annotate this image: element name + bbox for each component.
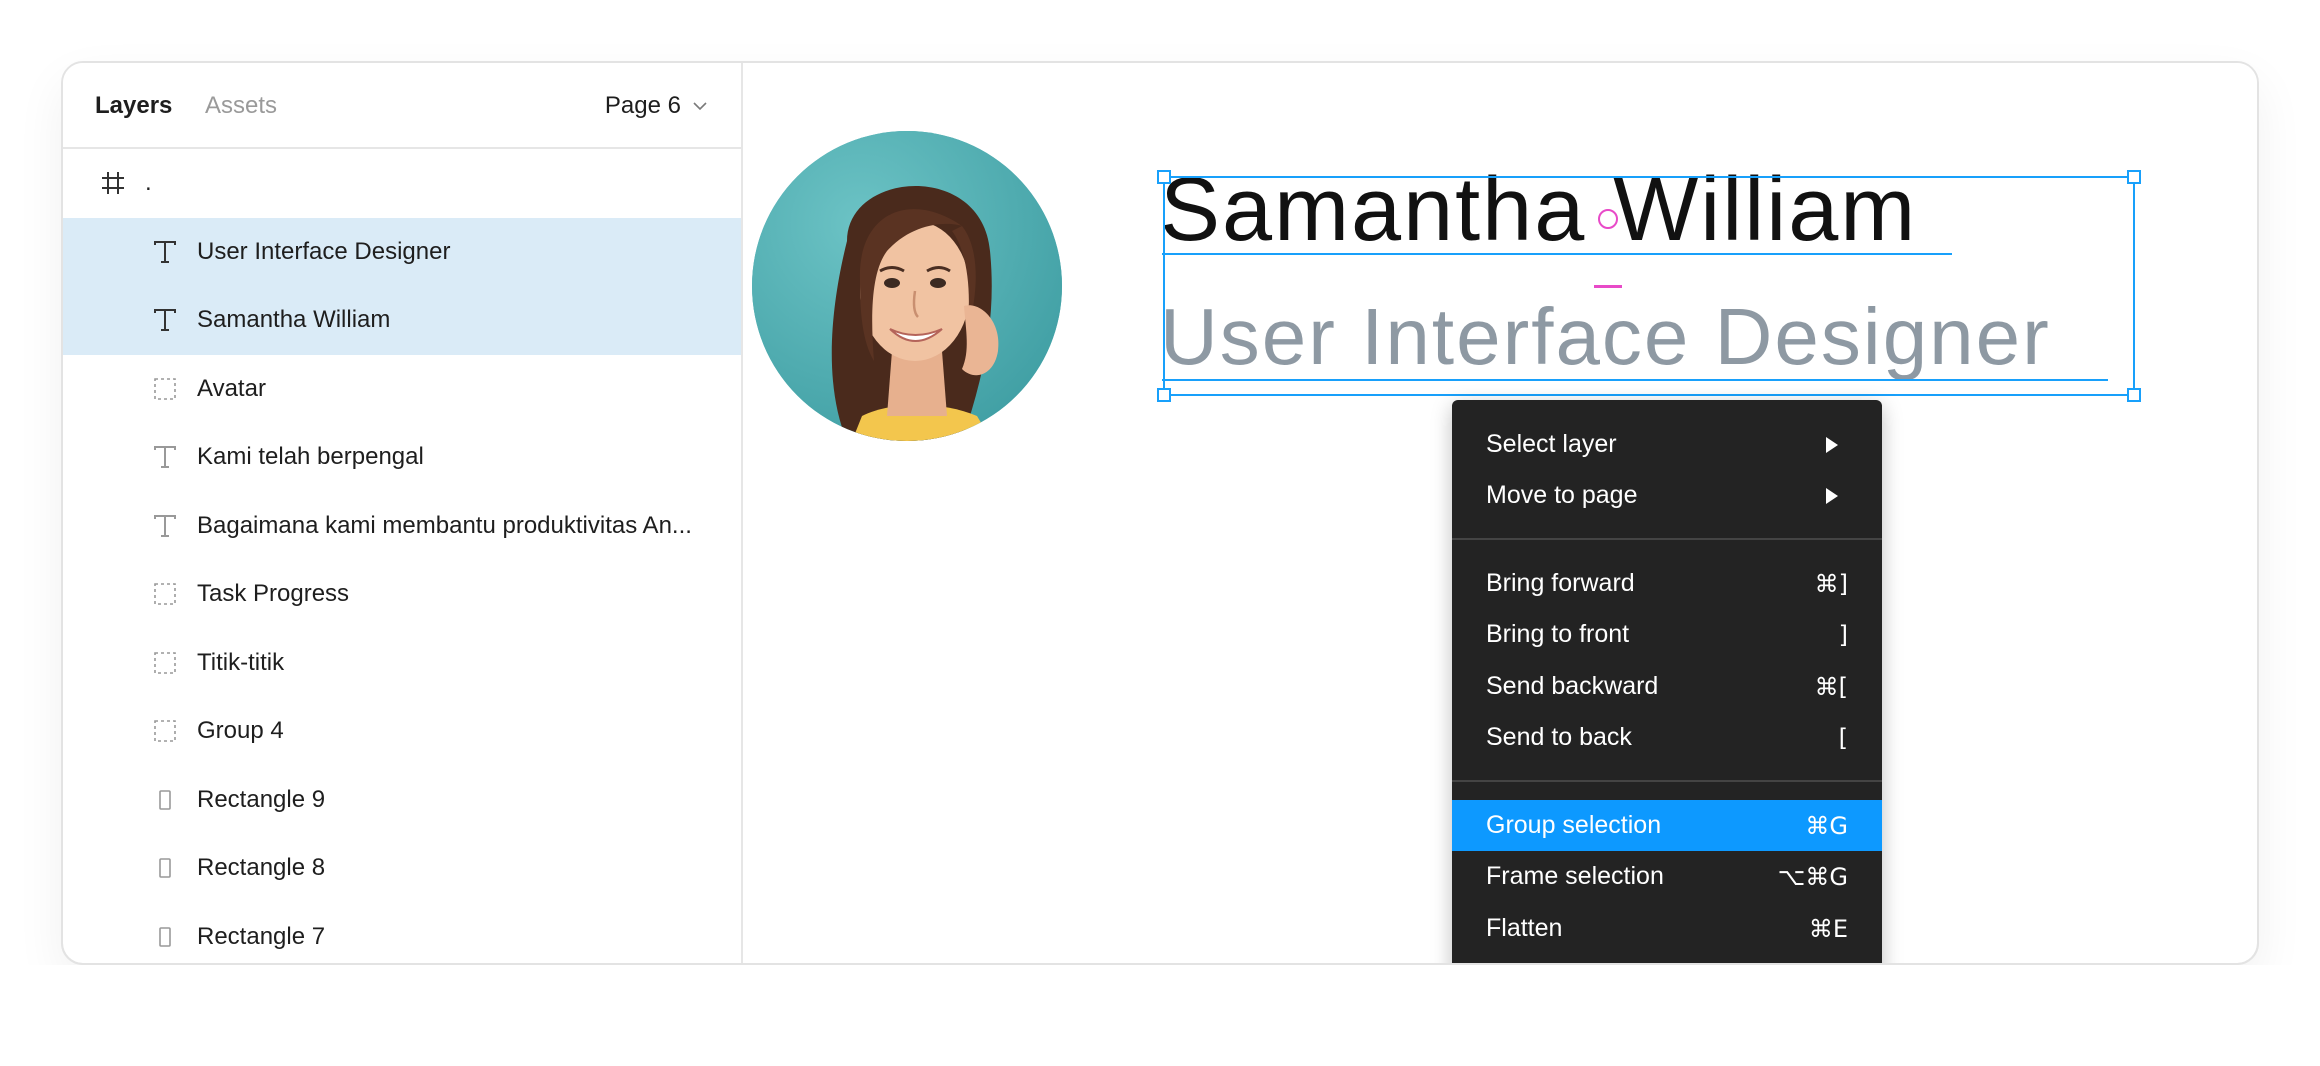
layer-label: User Interface Designer <box>197 237 451 265</box>
layer-label: Rectangle 9 <box>197 785 326 813</box>
layer-item-avatar[interactable]: Avatar <box>63 355 741 424</box>
layer-item-rectangle-9[interactable]: Rectangle 9 <box>63 766 741 835</box>
menu-item-bring-forward[interactable]: Bring forward ⌘] <box>1452 558 1882 609</box>
layer-item-samantha-william[interactable]: Samantha William <box>63 286 741 355</box>
layer-label: Bagaimana kami membantu produktivitas An… <box>197 511 692 539</box>
menu-item-shortcut: ⌘[ <box>1814 672 1848 701</box>
resize-handle-top-right[interactable] <box>2127 170 2141 184</box>
submenu-arrow-icon <box>1826 436 1838 453</box>
rectangle-icon <box>151 786 179 814</box>
menu-item-flatten[interactable]: Flatten ⌘E <box>1452 903 1882 954</box>
context-menu: Select layer Move to page Bring forward … <box>1452 400 1882 1020</box>
rectangle-icon <box>151 854 179 882</box>
frame-icon <box>99 169 127 197</box>
menu-item-bring-to-front[interactable]: Bring to front ] <box>1452 609 1882 660</box>
menu-item-label: Frame selection <box>1486 862 1664 890</box>
menu-separator <box>1452 780 1882 782</box>
layer-label: Titik-titik <box>197 648 285 676</box>
text-icon <box>151 238 179 266</box>
layer-label: Task Progress <box>197 580 350 608</box>
menu-item-label: Group selection <box>1486 811 1662 839</box>
rectangle-icon <box>151 923 179 951</box>
menu-item-label: Bring forward <box>1486 569 1635 597</box>
layer-item-frame[interactable]: . <box>63 149 741 218</box>
text-icon <box>151 306 179 334</box>
resize-handle-top-left[interactable] <box>1157 170 1171 184</box>
layers-panel: Layers Assets Page 6 . User Interface De… <box>63 63 743 963</box>
menu-item-label: Send backward <box>1486 672 1659 700</box>
tab-layers[interactable]: Layers <box>95 91 172 121</box>
menu-item-label: Bring to front <box>1486 620 1630 648</box>
layer-label: Rectangle 7 <box>197 922 326 950</box>
spacing-indicator <box>1594 285 1622 288</box>
menu-item-frame-selection[interactable]: Frame selection ⌥⌘G <box>1452 851 1882 902</box>
layer-item-bagaimana[interactable]: Bagaimana kami membantu produktivitas An… <box>63 492 741 561</box>
layer-label: Group 4 <box>197 717 284 745</box>
layer-label: Rectangle 8 <box>197 854 326 882</box>
layer-label: Kami telah berpengal <box>197 443 424 471</box>
layer-item-task-progress[interactable]: Task Progress <box>63 560 741 629</box>
layer-label: . <box>145 169 152 197</box>
text-icon <box>151 512 179 540</box>
panel-header: Layers Assets Page 6 <box>63 63 741 149</box>
group-icon <box>151 717 179 745</box>
selection-box <box>1157 170 2141 402</box>
layer-item-rectangle-8[interactable]: Rectangle 8 <box>63 834 741 903</box>
chevron-down-icon <box>693 102 707 111</box>
menu-item-shortcut: ⌥⌘G <box>1777 862 1848 891</box>
menu-item-shortcut: ⌘G <box>1805 811 1848 840</box>
layer-item-titik-titik[interactable]: Titik-titik <box>63 629 741 698</box>
resize-handle-bottom-right[interactable] <box>2127 388 2141 402</box>
group-icon <box>151 580 179 608</box>
menu-item-label: Flatten <box>1486 914 1563 942</box>
menu-item-shortcut: ⌘E <box>1808 914 1848 943</box>
menu-item-select-layer[interactable]: Select layer <box>1452 419 1882 470</box>
menu-item-label: Move to page <box>1486 481 1638 509</box>
text-icon <box>151 443 179 471</box>
menu-item-label: Select layer <box>1486 430 1617 458</box>
avatar-image[interactable] <box>752 131 1062 441</box>
page-selector[interactable]: Page 6 <box>605 91 707 121</box>
menu-item-label: Send to back <box>1486 723 1632 751</box>
menu-separator <box>1452 538 1882 540</box>
tab-assets[interactable]: Assets <box>205 91 277 121</box>
page-selector-label: Page 6 <box>604 92 681 119</box>
layer-item-user-interface-designer[interactable]: User Interface Designer <box>63 217 741 286</box>
menu-item-group-selection[interactable]: Group selection ⌘G <box>1452 800 1882 851</box>
layer-label: Avatar <box>197 374 266 402</box>
menu-item-shortcut: ⌘] <box>1814 569 1848 598</box>
layer-item-kami-telah-berpengal[interactable]: Kami telah berpengal <box>63 423 741 492</box>
window-bottom-mask <box>0 965 2320 1066</box>
portrait-illustration <box>752 131 1062 441</box>
layer-item-group-4[interactable]: Group 4 <box>63 697 741 766</box>
menu-item-send-backward[interactable]: Send backward ⌘[ <box>1452 661 1882 712</box>
cursor-target-icon <box>1598 209 1618 229</box>
menu-item-send-to-back[interactable]: Send to back [ <box>1452 712 1882 763</box>
menu-item-shortcut: [ <box>1838 723 1848 752</box>
layer-label: Samantha William <box>197 306 391 334</box>
menu-item-move-to-page[interactable]: Move to page <box>1452 470 1882 521</box>
group-icon <box>151 375 179 403</box>
resize-handle-bottom-left[interactable] <box>1157 388 1171 402</box>
group-icon <box>151 649 179 677</box>
menu-item-shortcut: ] <box>1838 620 1848 649</box>
layer-list: . User Interface Designer Samantha Willi… <box>63 149 741 964</box>
layer-item-rectangle-7[interactable]: Rectangle 7 <box>63 903 741 964</box>
submenu-arrow-icon <box>1826 487 1838 504</box>
